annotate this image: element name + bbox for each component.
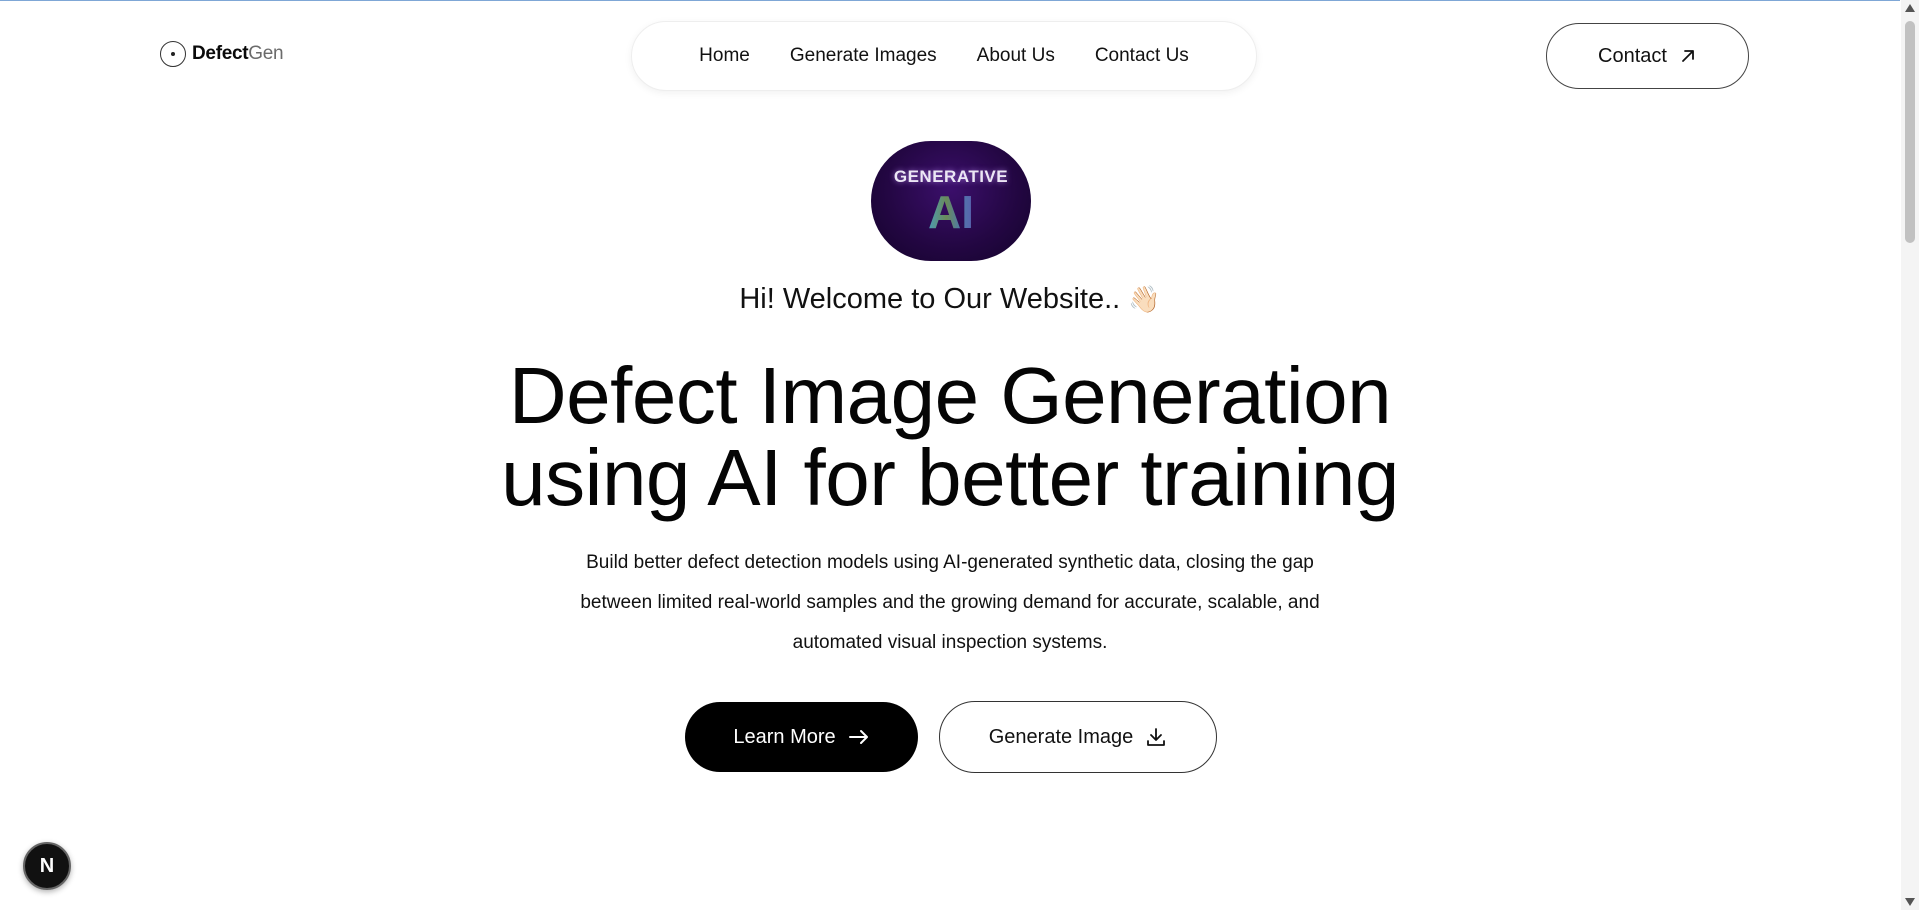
download-icon bbox=[1147, 728, 1166, 746]
vertical-scrollbar[interactable] bbox=[1901, 0, 1919, 910]
badge-top-text: GENERATIVE bbox=[893, 167, 1009, 186]
headline-line-1: Defect Image Generation bbox=[508, 351, 1392, 440]
logo-mark-icon bbox=[160, 41, 186, 67]
nextjs-dev-indicator[interactable]: N bbox=[23, 842, 71, 890]
hero-headline: Defect Image Generation using AI for bet… bbox=[0, 355, 1900, 519]
arrow-up-right-icon bbox=[1682, 50, 1694, 62]
browser-top-line bbox=[0, 0, 1900, 1]
generative-ai-badge: GENERATIVE AI bbox=[871, 141, 1031, 261]
scroll-down-arrow-icon[interactable] bbox=[1905, 898, 1915, 906]
description-line-3: automated visual inspection systems. bbox=[792, 632, 1108, 653]
main-nav: Home Generate Images About Us Contact Us bbox=[631, 21, 1257, 91]
learn-more-button[interactable]: Learn More bbox=[685, 702, 918, 772]
badge-ai-text: AI bbox=[928, 186, 974, 238]
welcome-text: Hi! Welcome to Our Website.. 👋🏻 bbox=[0, 283, 1900, 316]
hero-description: Build better defect detection models usi… bbox=[545, 543, 1355, 663]
headline-line-2: using AI for better training bbox=[501, 433, 1399, 522]
generate-image-label: Generate Image bbox=[988, 725, 1134, 748]
arrow-right-icon bbox=[848, 730, 868, 744]
logo-text-secondary: Gen bbox=[248, 43, 284, 64]
contact-button-label: Contact bbox=[1598, 44, 1667, 67]
nav-generate-images[interactable]: Generate Images bbox=[790, 45, 937, 67]
contact-button[interactable]: Contact bbox=[1546, 23, 1749, 89]
logo-text: DefectGen bbox=[192, 43, 284, 65]
welcome-message: Hi! Welcome to Our Website.. bbox=[739, 283, 1121, 315]
logo[interactable]: DefectGen bbox=[160, 41, 284, 67]
scrollbar-thumb[interactable] bbox=[1905, 21, 1915, 243]
description-line-2: between limited real-world samples and t… bbox=[580, 592, 1320, 613]
nav-contact-us[interactable]: Contact Us bbox=[1095, 45, 1189, 67]
nav-about-us[interactable]: About Us bbox=[977, 45, 1055, 67]
scroll-up-arrow-icon[interactable] bbox=[1905, 4, 1915, 12]
waving-hand-icon: 👋🏻 bbox=[1128, 284, 1161, 314]
nav-home[interactable]: Home bbox=[699, 45, 750, 67]
logo-text-primary: Defect bbox=[192, 43, 249, 64]
description-line-1: Build better defect detection models usi… bbox=[586, 552, 1314, 573]
nextjs-dev-indicator-letter: N bbox=[39, 854, 55, 877]
generate-image-button[interactable]: Generate Image bbox=[939, 701, 1217, 773]
learn-more-label: Learn More bbox=[733, 725, 836, 748]
